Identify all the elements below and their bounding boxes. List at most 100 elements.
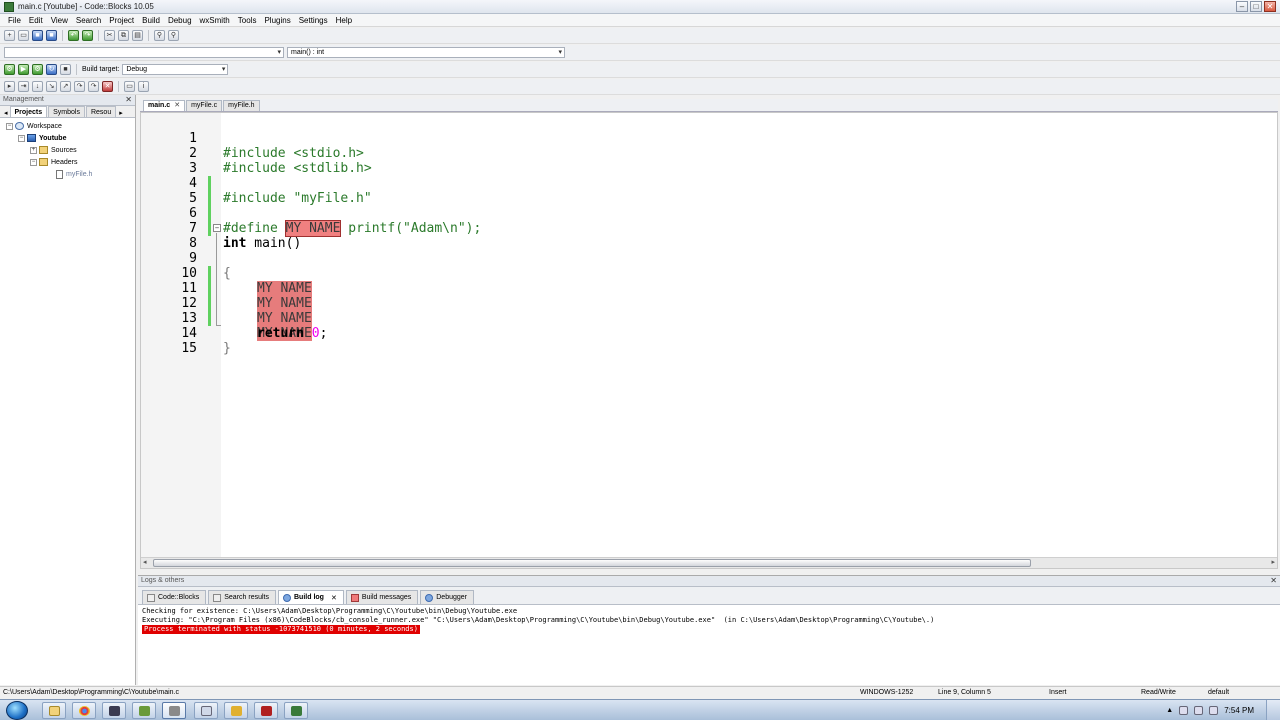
abort-icon[interactable]: ■ [60, 64, 71, 75]
tab-search-results[interactable]: Search results [208, 590, 276, 604]
code-line[interactable]: 14 } [141, 311, 1241, 356]
tab-main-c[interactable]: main.c ✕ [143, 100, 186, 111]
tray-expand-icon[interactable]: ▲ [1166, 707, 1173, 714]
code-line[interactable]: 9 MY NAME [141, 236, 1241, 296]
show-desktop-button[interactable] [1266, 700, 1280, 720]
tree-item-sources[interactable]: + Sources [0, 144, 135, 156]
taskbar-app[interactable] [254, 702, 278, 719]
code-line[interactable]: 12 MY NAME [141, 281, 1241, 341]
step-into-icon[interactable]: ↘ [46, 81, 57, 92]
menu-edit[interactable]: Edit [25, 16, 47, 25]
horizontal-scrollbar[interactable]: ◂ ▸ [141, 557, 1277, 568]
tab-debugger[interactable]: Debugger [420, 590, 474, 604]
tab-build-log[interactable]: Build log ✕ [278, 590, 344, 604]
code-line[interactable]: 6 [141, 191, 1241, 236]
taskbar-app[interactable] [102, 702, 126, 719]
save-all-icon[interactable]: ■ [46, 30, 57, 41]
step-out-icon[interactable]: ↗ [60, 81, 71, 92]
close-management-icon[interactable]: ✕ [125, 95, 132, 105]
build-and-run-icon[interactable]: ⚙ [32, 64, 43, 75]
tabs-scroll-right-icon[interactable]: ▸ [117, 109, 125, 117]
tree-item-myfile-h[interactable]: myFile.h [0, 168, 135, 180]
scrollbar-thumb[interactable] [153, 559, 1031, 567]
scope-select[interactable] [4, 47, 284, 58]
save-icon[interactable]: ■ [32, 30, 43, 41]
minimize-button[interactable]: – [1236, 1, 1248, 12]
rebuild-icon[interactable]: ↻ [46, 64, 57, 75]
taskbar-app[interactable] [132, 702, 156, 719]
menu-view[interactable]: View [47, 16, 72, 25]
menu-search[interactable]: Search [72, 16, 105, 25]
menu-plugins[interactable]: Plugins [260, 16, 294, 25]
scroll-right-icon[interactable]: ▸ [1271, 558, 1275, 566]
copy-icon[interactable]: ⧉ [118, 30, 129, 41]
debug-continue-icon[interactable]: ▸ [4, 81, 15, 92]
fold-collapse-icon[interactable]: − [213, 224, 221, 232]
code-line[interactable]: 13 return 0; [141, 296, 1241, 341]
tab-myfile-c[interactable]: myFile.c [186, 100, 223, 111]
taskbar-codeblocks[interactable] [162, 702, 186, 719]
step-into-instruction-icon[interactable]: ↷ [88, 81, 99, 92]
taskbar-app[interactable] [194, 702, 218, 719]
taskbar-chrome[interactable] [72, 702, 96, 719]
tab-build-messages[interactable]: Build messages [345, 590, 419, 604]
code-line[interactable]: 4 [141, 161, 1241, 206]
collapse-icon[interactable]: − [30, 158, 37, 166]
tab-codeblocks-log[interactable]: Code::Blocks [142, 590, 207, 604]
code-editor[interactable]: 1 #include <stdio.h> 2 #include <stdlib.… [140, 112, 1278, 569]
clock[interactable]: 7:54 PM [1224, 706, 1254, 715]
open-file-icon[interactable]: ▭ [18, 30, 29, 41]
build-gear-icon[interactable]: ⚙ [4, 64, 15, 75]
cut-icon[interactable]: ✂ [104, 30, 115, 41]
build-target-select[interactable]: Debug [122, 64, 229, 75]
scroll-left-icon[interactable]: ◂ [143, 558, 147, 566]
new-file-icon[interactable]: + [4, 30, 15, 41]
find-icon[interactable]: ⚲ [154, 30, 165, 41]
code-line[interactable]: 3 #include "myFile.h" [141, 146, 1241, 206]
tab-resources[interactable]: Resou [85, 106, 117, 117]
close-tab-icon[interactable]: ✕ [174, 101, 180, 111]
volume-icon[interactable] [1209, 706, 1219, 715]
menu-help[interactable]: Help [332, 16, 356, 25]
close-window-button[interactable]: ✕ [1264, 1, 1276, 12]
menu-settings[interactable]: Settings [295, 16, 332, 25]
stop-debugger-icon[interactable]: ✕ [102, 81, 113, 92]
tab-symbols[interactable]: Symbols [48, 106, 85, 117]
tab-projects[interactable]: Projects [9, 106, 48, 117]
redo-icon[interactable]: ↷ [82, 30, 93, 41]
tabs-scroll-left-icon[interactable]: ◂ [2, 109, 10, 117]
network-icon[interactable] [1194, 706, 1204, 715]
expand-icon[interactable]: + [30, 146, 37, 154]
tab-myfile-h[interactable]: myFile.h [223, 100, 260, 111]
next-instruction-icon[interactable]: ↷ [74, 81, 85, 92]
tree-item-project[interactable]: − Youtube [0, 132, 135, 144]
debug-info-icon[interactable]: i [138, 81, 149, 92]
menu-build[interactable]: Build [138, 16, 164, 25]
code-line[interactable]: 2 #include <stdlib.h> [141, 131, 1241, 176]
run-to-cursor-icon[interactable]: ⇥ [18, 81, 29, 92]
start-button[interactable] [6, 701, 28, 720]
code-line[interactable]: 10 MY NAME [141, 251, 1241, 311]
menu-wxsmith[interactable]: wxSmith [196, 16, 234, 25]
collapse-icon[interactable]: − [18, 134, 25, 142]
code-line[interactable]: 7 int main() [141, 206, 1241, 251]
menu-project[interactable]: Project [105, 16, 138, 25]
code-line[interactable]: 11 MY NAME [141, 266, 1241, 326]
tray-app-icon[interactable] [1179, 706, 1189, 715]
menu-file[interactable]: File [4, 16, 25, 25]
menu-debug[interactable]: Debug [164, 16, 196, 25]
code-line[interactable]: 1 #include <stdio.h> [141, 116, 1241, 161]
paste-icon[interactable]: ▤ [132, 30, 143, 41]
taskbar-app[interactable] [224, 702, 248, 719]
taskbar-explorer[interactable] [42, 702, 66, 719]
replace-icon[interactable]: ⚲ [168, 30, 179, 41]
tree-item-headers[interactable]: − Headers [0, 156, 135, 168]
undo-icon[interactable]: ↶ [68, 30, 79, 41]
menu-tools[interactable]: Tools [234, 16, 261, 25]
function-select[interactable]: main() : int [287, 47, 565, 58]
code-line[interactable]: 5 #define MY NAME printf("Adam\n"); [141, 176, 1241, 237]
collapse-icon[interactable]: − [6, 122, 13, 130]
debug-windows-icon[interactable]: ▭ [124, 81, 135, 92]
close-logs-icon[interactable]: ✕ [1270, 576, 1277, 586]
tree-item-workspace[interactable]: − Workspace [0, 120, 135, 132]
